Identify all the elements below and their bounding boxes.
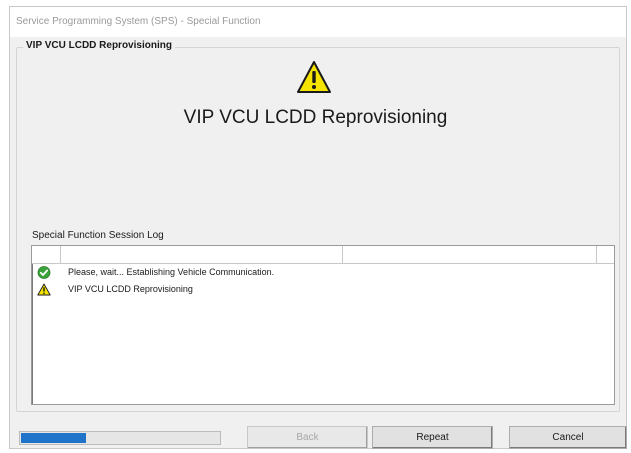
function-heading: VIP VCU LCDD Reprovisioning (183, 107, 448, 128)
check-circle-icon (37, 266, 51, 279)
group-legend: VIP VCU LCDD Reprovisioning (23, 40, 175, 51)
progress-bar (19, 431, 221, 445)
repeat-button[interactable]: Repeat (372, 426, 493, 449)
log-message: Please, wait... Establishing Vehicle Com… (68, 267, 275, 277)
window-title: Service Programming System (SPS) - Speci… (16, 16, 261, 27)
progress-fill (21, 433, 86, 443)
warning-icon (297, 61, 331, 93)
session-log-list[interactable]: Please, wait... Establishing Vehicle Com… (31, 245, 615, 405)
log-entry[interactable]: Please, wait... Establishing Vehicle Com… (32, 265, 614, 281)
column-separator[interactable] (60, 246, 61, 264)
back-button[interactable]: Back (247, 426, 368, 449)
warning-icon (37, 283, 51, 296)
log-message: VIP VCU LCDD Reprovisioning (68, 284, 193, 294)
session-log-label: Special Function Session Log (32, 230, 164, 241)
column-separator[interactable] (342, 246, 343, 264)
column-separator[interactable] (596, 246, 597, 264)
cancel-button[interactable]: Cancel (509, 426, 627, 449)
log-entry[interactable]: VIP VCU LCDD Reprovisioning (32, 282, 614, 298)
log-column-header[interactable] (32, 246, 614, 264)
title-bar: Service Programming System (SPS) - Speci… (10, 7, 626, 37)
